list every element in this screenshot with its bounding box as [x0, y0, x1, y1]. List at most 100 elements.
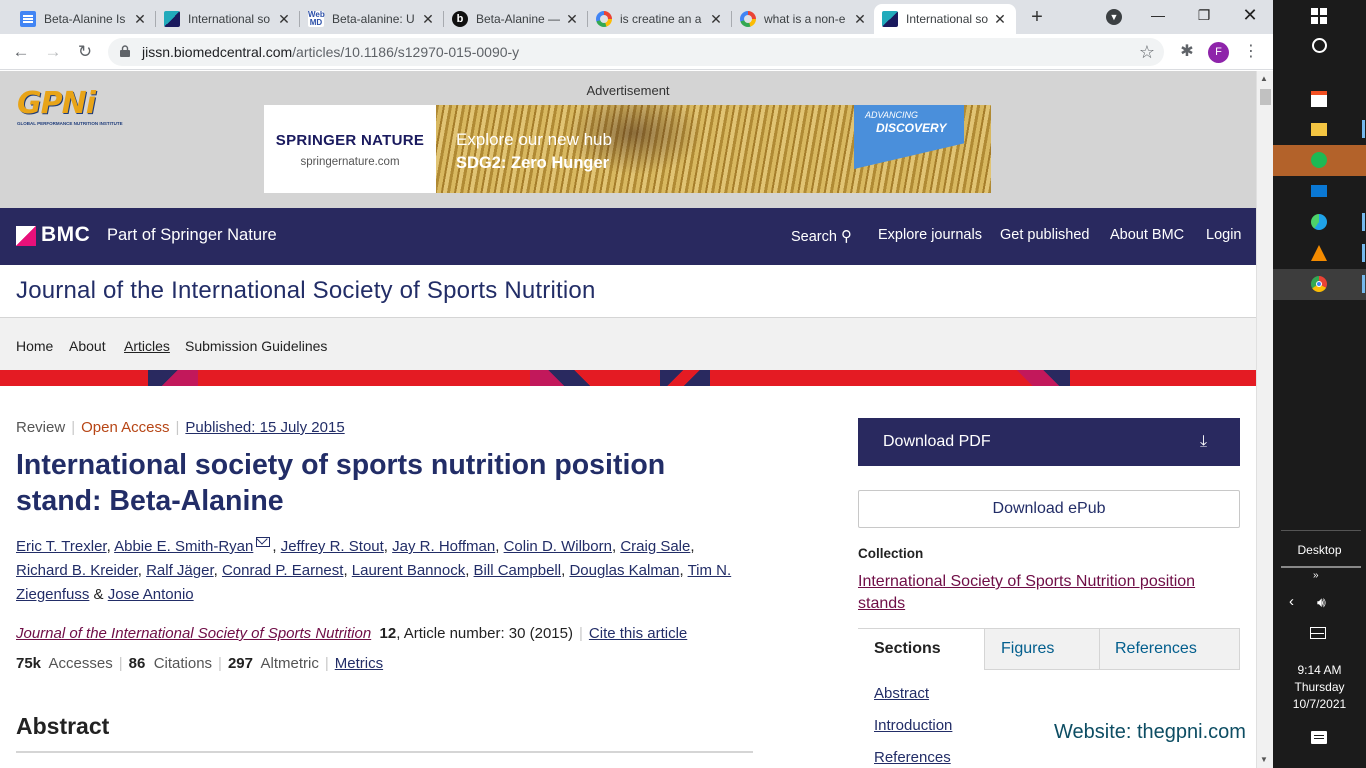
close-tab-icon[interactable]: ✕	[992, 11, 1008, 28]
taskbar-chrome[interactable]	[1273, 269, 1366, 300]
close-tab-icon[interactable]: ✕	[276, 11, 292, 28]
author-link[interactable]: Conrad P. Earnest	[222, 562, 343, 579]
author-link[interactable]: Douglas Kalman	[569, 562, 679, 579]
author-link[interactable]: Colin D. Wilborn	[504, 538, 612, 555]
altmetric-count: 297	[227, 655, 253, 672]
restore-button[interactable]: ❐	[1181, 0, 1227, 32]
menu-dots-icon[interactable]: ⋮	[1238, 39, 1264, 65]
springer-nature-logo: SPRINGER NATURE springernature.com	[264, 105, 436, 193]
tab-search-button[interactable]: ▼	[1091, 0, 1137, 32]
section-link-references[interactable]: References	[874, 749, 951, 766]
windows-start-icon[interactable]	[1311, 8, 1327, 24]
taskbar-store[interactable]	[1273, 84, 1366, 115]
notifications-icon[interactable]	[1311, 731, 1327, 744]
minimize-button[interactable]: —	[1135, 0, 1181, 32]
collection-link[interactable]: International Society of Sports Nutritio…	[858, 571, 1238, 615]
gpni-logo[interactable]: GPNi GLOBAL PERFORMANCE NUTRITION INSTIT…	[17, 89, 147, 131]
author-link[interactable]: Abbie E. Smith-Ryan	[114, 538, 253, 555]
subnav-about[interactable]: About	[69, 338, 106, 354]
scroll-thumb[interactable]	[1260, 89, 1271, 105]
nav-login[interactable]: Login	[1206, 227, 1241, 243]
tab-references[interactable]: References	[1115, 629, 1197, 669]
close-tab-icon[interactable]: ✕	[708, 11, 724, 28]
forward-icon[interactable]: →	[40, 39, 66, 65]
author-link[interactable]: Bill Campbell	[474, 562, 562, 579]
author-link[interactable]: Jeffrey R. Stout	[281, 538, 384, 555]
new-tab-button[interactable]: +	[1024, 4, 1050, 30]
nav-search[interactable]: Search ⚲	[791, 227, 852, 245]
chevron-down-icon[interactable]: »	[1313, 570, 1319, 581]
scroll-down-arrow[interactable]: ▼	[1260, 755, 1268, 764]
close-window-button[interactable]: ✕	[1227, 0, 1273, 32]
author-link[interactable]: Laurent Bannock	[352, 562, 465, 579]
desktop-toolbar[interactable]: Desktop	[1273, 543, 1366, 557]
nav-about-bmc[interactable]: About BMC	[1110, 227, 1184, 243]
tab-title: International so	[188, 12, 271, 26]
close-tab-icon[interactable]: ✕	[420, 11, 436, 28]
email-icon[interactable]	[256, 533, 271, 547]
author-link[interactable]: Jose Antonio	[108, 586, 194, 603]
lock-icon[interactable]	[120, 45, 130, 57]
browser-tab[interactable]: International so ✕	[156, 4, 300, 34]
tab-divider	[1099, 629, 1100, 669]
page-scrollbar[interactable]: ▲ ▼	[1256, 71, 1273, 768]
address-bar[interactable]: jissn.biomedcentral.com/articles/10.1186…	[108, 38, 1164, 66]
subnav-submission-guidelines[interactable]: Submission Guidelines	[185, 338, 327, 354]
banner-pattern	[530, 370, 600, 386]
metrics-link[interactable]: Metrics	[335, 655, 383, 672]
extensions-icon[interactable]: ✱	[1174, 39, 1200, 65]
browser-tab[interactable]: what is a non-e ✕	[732, 4, 876, 34]
section-link-introduction[interactable]: Introduction	[874, 717, 952, 734]
edge-icon	[1311, 214, 1327, 230]
scroll-up-arrow[interactable]: ▲	[1260, 74, 1268, 83]
journal-link[interactable]: Journal of the International Society of …	[16, 625, 371, 642]
cite-this-article-link[interactable]: Cite this article	[589, 625, 687, 642]
brand-nature: NATURE	[361, 132, 425, 149]
author-link[interactable]: Jay R. Hoffman	[392, 538, 495, 555]
clock[interactable]: 9:14 AM Thursday 10/7/2021	[1273, 662, 1366, 713]
cortana-icon[interactable]	[1312, 38, 1327, 53]
reload-icon[interactable]: ↻	[72, 39, 98, 65]
close-tab-icon[interactable]: ✕	[564, 11, 580, 28]
published-date[interactable]: Published: 15 July 2015	[185, 419, 344, 436]
subnav-articles[interactable]: Articles	[124, 338, 170, 354]
bmc-logo-text[interactable]: BMC	[41, 223, 90, 247]
author-link[interactable]: Ralf Jäger	[146, 562, 214, 579]
author-link[interactable]: Craig Sale	[620, 538, 690, 555]
profile-avatar[interactable]: F	[1208, 42, 1229, 63]
taskbar-spotify[interactable]	[1273, 145, 1366, 176]
url-host: jissn.biomedcentral.com	[142, 44, 293, 60]
browser-tab-active[interactable]: International so ✕	[874, 4, 1016, 34]
close-tab-icon[interactable]: ✕	[852, 11, 868, 28]
journal-title[interactable]: Journal of the International Society of …	[16, 277, 596, 305]
nav-explore-journals[interactable]: Explore journals	[878, 227, 982, 243]
subnav-home[interactable]: Home	[16, 338, 53, 354]
browser-tab[interactable]: Web MD Beta-alanine: U ✕	[300, 4, 444, 34]
bookmark-star-icon[interactable]: ☆	[1134, 39, 1160, 65]
taskbar-file-explorer[interactable]	[1273, 114, 1366, 145]
browser-tab[interactable]: is creatine an a ✕	[588, 4, 732, 34]
tab-sections[interactable]: Sections	[858, 629, 985, 670]
volume-icon[interactable]: 🔊︎	[1317, 594, 1326, 611]
taskbar-edge[interactable]	[1273, 207, 1366, 238]
keyboard-icon[interactable]	[1310, 627, 1326, 639]
section-link-abstract[interactable]: Abstract	[874, 685, 929, 702]
bmc-logo-icon[interactable]	[16, 226, 36, 246]
author-link[interactable]: Tim N.	[688, 562, 732, 579]
author-link[interactable]: Eric T. Trexler	[16, 538, 107, 555]
browser-tab[interactable]: Beta-Alanine Is ✕	[12, 4, 156, 34]
browser-tab[interactable]: b Beta-Alanine — ✕	[444, 4, 588, 34]
nav-get-published[interactable]: Get published	[1000, 227, 1089, 243]
back-icon[interactable]: ←	[8, 39, 34, 65]
taskbar-mail[interactable]	[1273, 176, 1366, 207]
download-pdf-button[interactable]: Download PDF ⤓	[858, 418, 1240, 466]
author-link[interactable]: Richard B. Kreider	[16, 562, 138, 579]
google-docs-icon	[20, 11, 36, 27]
show-hidden-icons-chevron[interactable]: ‹	[1289, 593, 1294, 610]
author-link[interactable]: Ziegenfuss	[16, 586, 89, 603]
tab-figures[interactable]: Figures	[1001, 629, 1054, 669]
springer-nature-banner[interactable]: SPRINGER NATURE springernature.com Explo…	[264, 105, 991, 193]
taskbar-vlc[interactable]	[1273, 238, 1366, 269]
close-tab-icon[interactable]: ✕	[132, 11, 148, 28]
download-epub-button[interactable]: Download ePub	[858, 490, 1240, 528]
